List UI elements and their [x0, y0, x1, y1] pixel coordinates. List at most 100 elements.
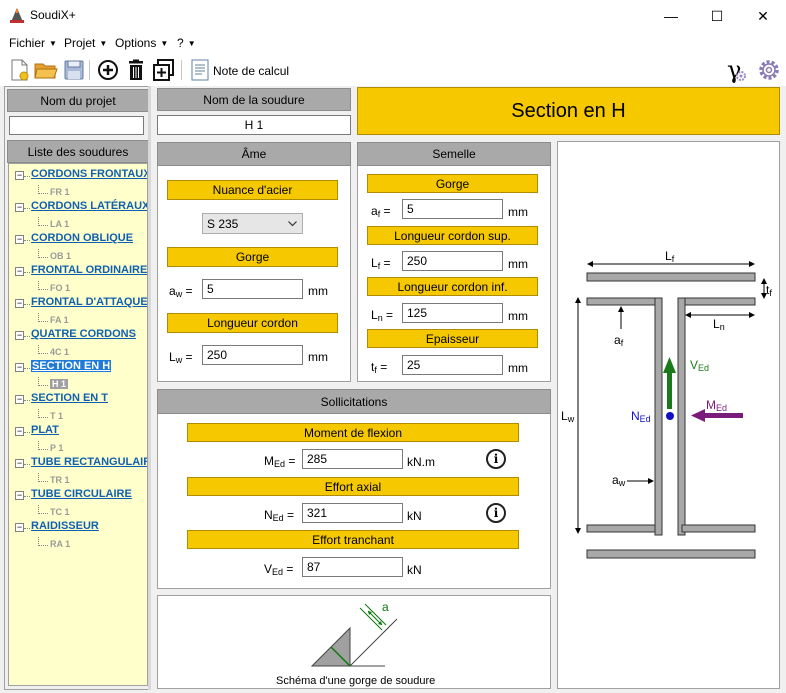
menu-projet[interactable]: Projet ▼: [64, 36, 107, 50]
moment-info-icon[interactable]: i: [486, 449, 506, 469]
tree-category[interactable]: CORDONS LATÉRAUX: [31, 200, 147, 212]
tree-expander-icon[interactable]: −: [15, 427, 24, 436]
diagram-ln-label: Ln: [713, 317, 725, 332]
med-input[interactable]: 285: [302, 449, 403, 469]
menu-options[interactable]: Options ▼: [115, 36, 168, 50]
maximize-button[interactable]: ☐: [694, 0, 740, 32]
ned-label: NEd =: [264, 508, 295, 523]
toolbar-separator: [89, 60, 90, 80]
steel-grade-value: S 235: [207, 216, 239, 231]
tree-category[interactable]: SECTION EN H: [31, 360, 112, 372]
tree-weld-item[interactable]: TC 1: [50, 507, 70, 517]
semelle-gorge-label: Gorge: [367, 174, 538, 193]
tree-weld-item[interactable]: LA 1: [50, 219, 69, 229]
tree-category[interactable]: SECTION EN T: [31, 392, 108, 404]
section-title-banner: Section en H: [357, 87, 780, 135]
aw-input[interactable]: 5: [202, 279, 303, 299]
new-file-icon[interactable]: [8, 58, 32, 82]
tree-weld-item[interactable]: T 1: [50, 411, 63, 421]
tree-weld-item[interactable]: P 1: [50, 443, 63, 453]
tree-expander-icon[interactable]: −: [15, 235, 24, 244]
report-document-icon[interactable]: [188, 58, 212, 82]
ned-input[interactable]: 321: [302, 503, 403, 523]
tree-connector: [38, 353, 48, 354]
lw-input[interactable]: 250: [202, 345, 303, 365]
tree-category[interactable]: PLAT: [31, 424, 59, 436]
tree-weld-item[interactable]: FR 1: [50, 187, 70, 197]
tree-expander-icon[interactable]: −: [15, 363, 24, 372]
weld-name-header: Nom de la soudure: [157, 88, 351, 111]
weld-name-input[interactable]: H 1: [157, 115, 351, 135]
chevron-down-icon: [288, 221, 297, 227]
tree-weld-item[interactable]: FA 1: [50, 315, 69, 325]
tree-connector: [38, 257, 48, 258]
tree-category[interactable]: RAIDISSEUR: [31, 520, 99, 532]
menu-help[interactable]: ? ▼: [177, 36, 196, 50]
tree-expander-icon[interactable]: −: [15, 459, 24, 468]
schema-caption: Schéma d'une gorge de soudure: [276, 675, 436, 687]
steel-grade-select[interactable]: S 235: [202, 213, 303, 234]
tree-expander-icon[interactable]: −: [15, 171, 24, 180]
diagram-tf-label: tf: [766, 283, 772, 298]
tf-input[interactable]: 25: [402, 355, 503, 375]
tree-expander-icon[interactable]: −: [15, 523, 24, 532]
minimize-button[interactable]: —: [648, 0, 694, 32]
tree-expander-icon[interactable]: −: [15, 491, 24, 500]
tree-category[interactable]: FRONTAL ORDINAIRE: [31, 264, 147, 276]
tree-connector: [24, 464, 30, 465]
tree-connector: [38, 225, 48, 226]
tree-weld-item[interactable]: H 1: [50, 379, 69, 389]
tree-expander-icon[interactable]: −: [15, 267, 24, 276]
tree-expander-icon[interactable]: −: [15, 395, 24, 404]
project-name-input[interactable]: [9, 116, 144, 135]
ln-input[interactable]: 125: [402, 303, 503, 323]
weld-throat-schema: [310, 603, 398, 667]
delete-trash-icon[interactable]: [124, 58, 148, 82]
tree-expander-icon[interactable]: −: [15, 299, 24, 308]
menu-fichier[interactable]: Fichier ▼: [9, 36, 57, 50]
open-folder-icon[interactable]: [34, 58, 58, 82]
tree-connector: [24, 272, 30, 273]
duplicate-icon[interactable]: [152, 58, 176, 82]
ved-label: VEd =: [264, 562, 294, 577]
axial-info-icon[interactable]: i: [486, 503, 506, 523]
tree-connector: [24, 208, 30, 209]
loads-header: Sollicitations: [157, 389, 551, 414]
diagram-lf-label: Lf: [665, 249, 675, 264]
af-input[interactable]: 5: [402, 199, 503, 219]
close-button[interactable]: ✕: [740, 0, 786, 32]
add-circle-icon[interactable]: [96, 58, 120, 82]
tree-weld-item[interactable]: 4C 1: [50, 347, 69, 357]
tree-category[interactable]: FRONTAL D'ATTAQUE: [31, 296, 147, 308]
tree-category[interactable]: QUATRE CORDONS: [31, 328, 136, 340]
note-de-calcul-button[interactable]: Note de calcul: [213, 64, 289, 78]
tree-weld-item[interactable]: FO 1: [50, 283, 70, 293]
tree-weld-item[interactable]: TR 1: [50, 475, 70, 485]
lf-input[interactable]: 250: [402, 251, 503, 271]
med-label: MEd =: [264, 454, 296, 469]
tree-category[interactable]: TUBE CIRCULAIRE: [31, 488, 132, 500]
settings-gear-icon[interactable]: [757, 58, 781, 82]
tree-weld-item[interactable]: RA 1: [50, 539, 70, 549]
app-logo-icon: [10, 8, 24, 23]
diagram-lw-label: Lw: [561, 409, 575, 424]
aw-label: aw =: [169, 284, 193, 299]
lf-unit: mm: [508, 257, 528, 271]
tree-category[interactable]: CORDONS FRONTAUX: [31, 168, 147, 180]
splitter[interactable]: [148, 86, 151, 690]
diagram-af-label: af: [614, 333, 624, 348]
tree-connector: [24, 336, 30, 337]
project-name-header: Nom du projet: [7, 89, 149, 112]
tree-category[interactable]: TUBE RECTANGULAIRE: [31, 456, 147, 468]
ved-input[interactable]: 87: [302, 557, 403, 577]
tree-category[interactable]: CORDON OBLIQUE: [31, 232, 133, 244]
ln-label: Ln =: [371, 308, 394, 323]
af-unit: mm: [508, 205, 528, 219]
save-icon[interactable]: [62, 58, 86, 82]
tree-weld-item[interactable]: OB 1: [50, 251, 71, 261]
tf-unit: mm: [508, 361, 528, 375]
tree-expander-icon[interactable]: −: [15, 203, 24, 212]
diagram-ved-label: VEd: [690, 358, 710, 373]
tree-expander-icon[interactable]: −: [15, 331, 24, 340]
tree-connector: [24, 304, 30, 305]
